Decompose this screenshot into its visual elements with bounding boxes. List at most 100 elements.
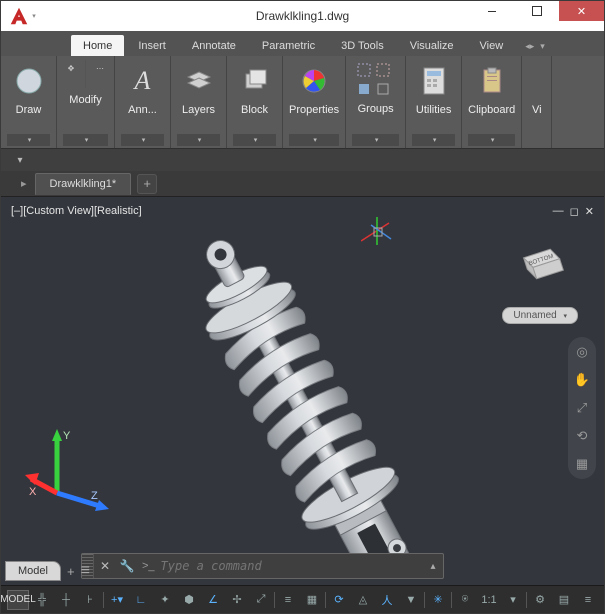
command-history-icon[interactable]: ▴ <box>423 561 443 572</box>
status-scale-caret-icon[interactable]: ▾ <box>502 590 524 610</box>
panel-modify[interactable]: ✥ ⋯ Modify <box>57 56 115 148</box>
panel-block-label: Block <box>241 104 268 116</box>
panel-layers-label: Layers <box>182 104 215 116</box>
drawing-tab-active[interactable]: Drawklkling1* <box>35 173 132 195</box>
app-menu-button[interactable]: ▾ <box>7 4 37 28</box>
status-otrack-icon[interactable]: ⤢ <box>250 590 272 610</box>
ribbon-scroll-arrows[interactable]: ◂▸▾ <box>521 37 549 56</box>
panel-layers-expand[interactable] <box>177 134 220 146</box>
more-icon: ⋯ <box>92 60 108 76</box>
panel-draw-expand[interactable] <box>7 134 50 146</box>
qat-arrow-icon[interactable]: ▾ <box>13 153 27 167</box>
status-infer-icon[interactable]: ⊦ <box>79 590 101 610</box>
status-lineweight-icon[interactable]: ≡ <box>277 590 299 610</box>
panel-annotate-label: Ann... <box>128 104 157 116</box>
layout-tab-menu-icon[interactable]: ≡ <box>81 562 90 580</box>
ribbon-tab-parametric[interactable]: Parametric <box>250 35 327 56</box>
ribbon-tab-home[interactable]: Home <box>71 35 124 56</box>
status-customize-icon[interactable]: ≡ <box>577 590 599 610</box>
status-snap-icon[interactable]: ┼ <box>55 590 77 610</box>
panel-view[interactable]: Vi <box>522 56 552 148</box>
status-isodraft-icon[interactable]: ⬢ <box>178 590 200 610</box>
panel-block-expand[interactable] <box>233 134 276 146</box>
viewport[interactable]: [–][Custom View][Realistic] — ◻ ✕ BOTTOM… <box>1 197 604 585</box>
ungroup-icon <box>375 62 391 78</box>
panel-modify-expand[interactable] <box>63 134 108 146</box>
status-workspace-icon[interactable]: ▤ <box>553 590 575 610</box>
status-gear-icon[interactable]: ⚙ <box>529 590 551 610</box>
panel-modify-label: Modify <box>69 94 101 106</box>
panel-utilities-expand[interactable] <box>412 134 455 146</box>
status-3dobject-icon[interactable]: ◬ <box>352 590 374 610</box>
status-ortho-icon[interactable]: ∟ <box>130 590 152 610</box>
block-icon <box>238 64 272 98</box>
panel-annotate[interactable]: A Ann... <box>115 56 171 148</box>
ribbon-tab-strip: Home Insert Annotate Parametric 3D Tools… <box>1 31 604 56</box>
status-model-button[interactable]: MODEL <box>7 590 29 610</box>
panel-properties-expand[interactable] <box>289 134 339 146</box>
ribbon-tab-annotate[interactable]: Annotate <box>180 35 248 56</box>
command-close-icon[interactable]: ✕ <box>94 559 116 573</box>
panel-draw[interactable]: Draw <box>1 56 57 148</box>
panel-annotate-expand[interactable] <box>121 134 164 146</box>
ribbon-tab-insert[interactable]: Insert <box>126 35 178 56</box>
status-dynamic-input-icon[interactable]: +▾ <box>106 590 128 610</box>
minimize-button[interactable] <box>469 1 514 21</box>
ucs-icon: Y Z X <box>25 423 113 513</box>
status-dynucs-icon[interactable]: 人 <box>376 590 398 610</box>
command-input[interactable] <box>155 559 423 573</box>
text-icon: A <box>126 64 160 98</box>
panel-utilities-label: Utilities <box>416 104 451 116</box>
panel-view-label: Vi <box>532 104 542 116</box>
layout-tab-model[interactable]: Model <box>5 561 61 581</box>
layout-tab-add-button[interactable]: + <box>67 564 75 579</box>
svg-text:X: X <box>29 486 37 498</box>
ribbon-tab-visualize[interactable]: Visualize <box>398 35 466 56</box>
view-icon <box>527 64 547 98</box>
calculator-icon <box>417 64 451 98</box>
svg-text:Z: Z <box>91 490 98 502</box>
panel-draw-label: Draw <box>16 104 42 116</box>
status-annoscale-icon[interactable]: ⍟ <box>454 590 476 610</box>
panel-groups-label: Groups <box>358 103 394 115</box>
layers-icon <box>182 64 216 98</box>
status-grid-icon[interactable]: ╬ <box>31 590 53 610</box>
close-button[interactable] <box>559 1 604 21</box>
status-3dosnap-icon[interactable]: ✢ <box>226 590 248 610</box>
panel-properties-label: Properties <box>289 104 339 116</box>
status-cycling-icon[interactable]: ⟳ <box>328 590 350 610</box>
quick-access-toolbar: ▾ <box>1 149 604 171</box>
panel-block[interactable]: Block <box>227 56 283 148</box>
status-osnap-icon[interactable]: ∠ <box>202 590 224 610</box>
new-drawing-tab-button[interactable]: + <box>137 174 157 194</box>
panel-groups-expand[interactable] <box>352 134 399 146</box>
command-customize-icon[interactable]: 🔧 <box>116 559 138 573</box>
maximize-button[interactable] <box>514 1 559 21</box>
layout-tab-strip: Model + ≡ <box>5 561 90 581</box>
start-tab-chevron[interactable]: ▸ <box>21 177 27 190</box>
status-transparency-icon[interactable]: ▦ <box>301 590 323 610</box>
circle-icon <box>12 64 46 98</box>
status-scale-button[interactable]: 1:1 <box>478 590 500 610</box>
group-icon <box>356 62 372 78</box>
command-prompt-icon: >_ <box>142 560 155 572</box>
caret-down-icon: ▾ <box>32 12 36 20</box>
status-bar: MODEL ╬ ┼ ⊦ +▾ ∟ ✦ ⬢ ∠ ✢ ⤢ ≡ ▦ ⟳ ◬ 人 ▼ ✳… <box>1 585 604 613</box>
ribbon-tab-view[interactable]: View <box>468 35 516 56</box>
panel-layers[interactable]: Layers <box>171 56 227 148</box>
status-polar-icon[interactable]: ✦ <box>154 590 176 610</box>
panel-clipboard[interactable]: Clipboard <box>462 56 522 148</box>
panel-utilities[interactable]: Utilities <box>406 56 462 148</box>
status-filter-icon[interactable]: ▼ <box>400 590 422 610</box>
color-wheel-icon <box>297 64 331 98</box>
panel-clipboard-expand[interactable] <box>468 134 515 146</box>
ribbon-tab-3dtools[interactable]: 3D Tools <box>329 35 396 56</box>
panel-properties[interactable]: Properties <box>283 56 346 148</box>
status-gizmo-icon[interactable]: ✳ <box>427 590 449 610</box>
move-icon: ✥ <box>63 60 79 76</box>
clipboard-icon <box>475 64 509 98</box>
drawing-tab-strip: ▸ Drawklkling1* + <box>1 171 604 197</box>
edit-group-icon <box>356 81 372 97</box>
panel-groups[interactable]: Groups <box>346 56 406 148</box>
command-line[interactable]: ✕ 🔧 >_ ▴ <box>81 553 444 579</box>
